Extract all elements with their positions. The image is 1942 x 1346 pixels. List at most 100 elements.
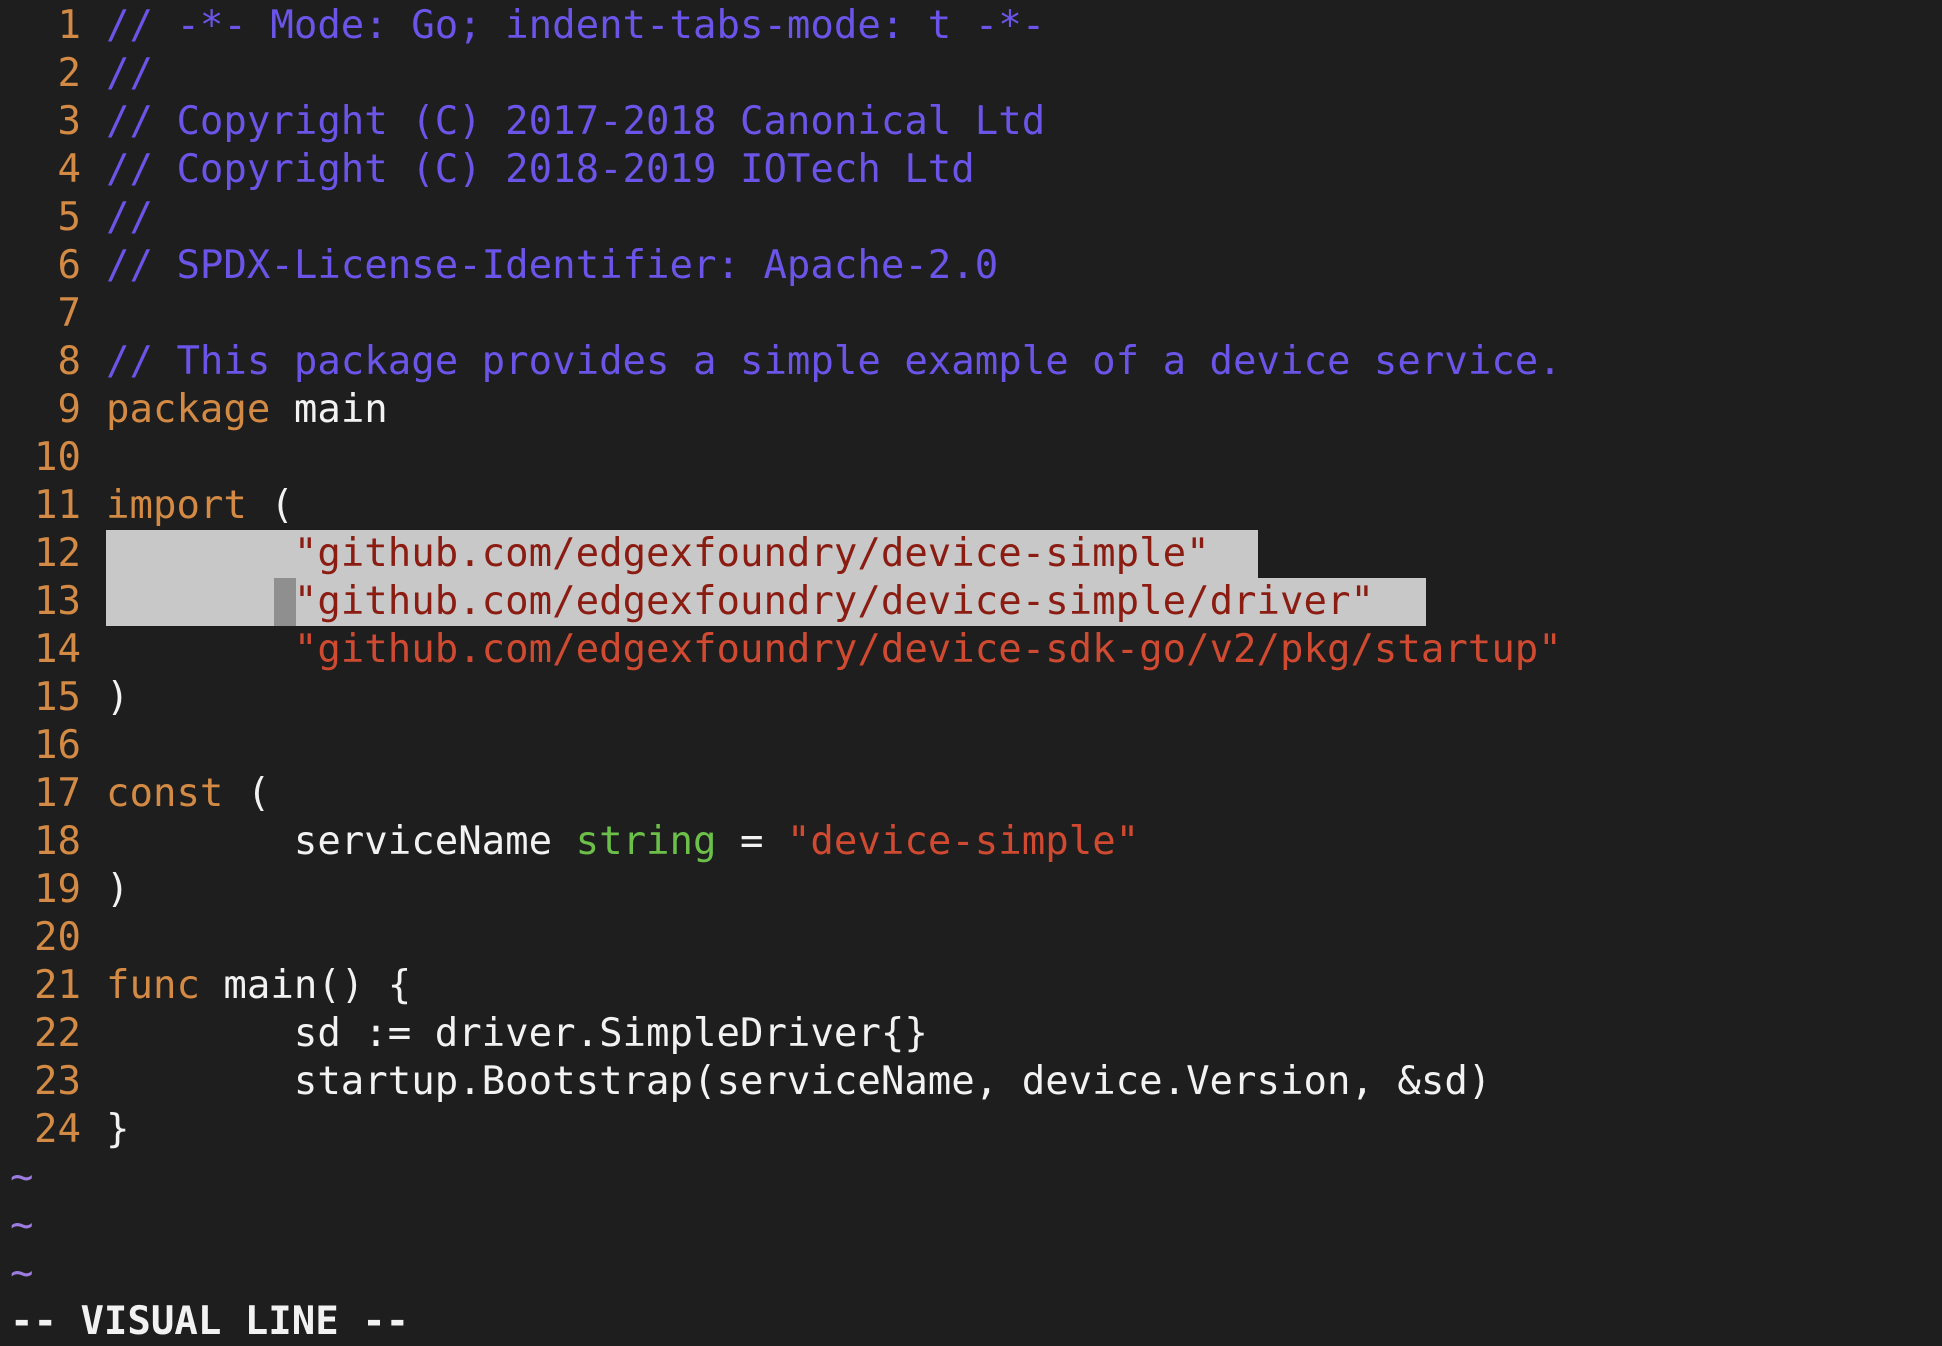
code-token: package — [106, 387, 271, 432]
line-number: 6 — [57, 243, 81, 288]
line-code: import ( — [106, 482, 294, 530]
line-code: // SPDX-License-Identifier: Apache-2.0 — [106, 242, 998, 290]
code-line[interactable]: 8 // This package provides a simple examp… — [0, 338, 1942, 386]
line-number: 15 — [34, 675, 81, 720]
code-line[interactable]: 1 // -*- Mode: Go; indent-tabs-mode: t -*… — [0, 2, 1942, 50]
code-token: // — [106, 51, 153, 96]
line-number: 16 — [34, 723, 81, 768]
tilde-marker: ~ — [10, 1203, 34, 1248]
tilde-marker: ~ — [10, 1251, 34, 1296]
line-code: ) — [106, 674, 129, 722]
code-line[interactable]: 11 import ( — [0, 482, 1942, 530]
code-token: // SPDX-License-Identifier: Apache-2.0 — [106, 243, 999, 288]
code-line[interactable]: 3 // Copyright (C) 2017-2018 Canonical Lt… — [0, 98, 1942, 146]
code-line[interactable]: 10 — [0, 434, 1942, 482]
code-token: ( — [246, 483, 294, 528]
line-number: 5 — [57, 195, 81, 240]
line-number: 3 — [57, 99, 81, 144]
code-line[interactable]: 23 startup.Bootstrap(serviceName, device… — [0, 1058, 1942, 1106]
code-token: // — [106, 195, 153, 240]
line-code: sd := driver.SimpleDriver{} — [106, 1010, 928, 1058]
code-token: "github.com/edgexfoundry/device-simple" — [293, 531, 1210, 576]
line-number: 10 — [34, 435, 81, 480]
line-number: 23 — [34, 1059, 81, 1104]
code-token: serviceName — [106, 819, 576, 864]
line-code: serviceName string = "device-simple" — [106, 818, 1139, 866]
line-number: 8 — [57, 339, 81, 384]
code-token: ) — [106, 867, 130, 912]
code-token: main() { — [199, 963, 412, 1008]
code-line[interactable]: 7 — [0, 290, 1942, 338]
mode-indicator: -- VISUAL LINE -- — [10, 1299, 410, 1344]
line-number: 20 — [34, 915, 81, 960]
code-token: string — [575, 819, 717, 864]
line-number: 9 — [57, 387, 81, 432]
line-number: 24 — [34, 1107, 81, 1152]
line-code: // Copyright (C) 2017-2018 Canonical Ltd — [106, 98, 1045, 146]
line-number: 19 — [34, 867, 81, 912]
line-code: // -*- Mode: Go; indent-tabs-mode: t -*- — [106, 2, 1045, 50]
line-number: 2 — [57, 51, 81, 96]
code-line[interactable]: 2 // — [0, 50, 1942, 98]
line-number: 7 — [57, 291, 81, 336]
code-line[interactable]: 17 const ( — [0, 770, 1942, 818]
code-line[interactable]: 9 package main — [0, 386, 1942, 434]
code-token: // Copyright (C) 2018-2019 IOTech Ltd — [106, 147, 975, 192]
line-code: const ( — [106, 770, 270, 818]
code-line[interactable]: 15) — [0, 674, 1942, 722]
line-code: ) — [106, 866, 129, 914]
code-line[interactable]: 6 // SPDX-License-Identifier: Apache-2.0 — [0, 242, 1942, 290]
code-line[interactable]: 20 — [0, 914, 1942, 962]
line-code: "github.com/edgexfoundry/device-simple" — [106, 530, 1210, 578]
code-line[interactable]: 13 "github.com/edgexfoundry/device-simpl… — [0, 578, 1942, 626]
code-token: = — [716, 819, 787, 864]
code-line[interactable]: 16 — [0, 722, 1942, 770]
code-token: // This package provides a simple exampl… — [106, 339, 1562, 384]
code-line[interactable]: 19) — [0, 866, 1942, 914]
line-code: // This package provides a simple exampl… — [106, 338, 1562, 386]
code-token: "github.com/edgexfoundry/device-sdk-go/v… — [293, 627, 1562, 672]
line-number: 22 — [34, 1011, 81, 1056]
code-token: } — [106, 1107, 130, 1152]
code-token: import — [106, 483, 247, 528]
code-line[interactable]: 5 // — [0, 194, 1942, 242]
line-number: 4 — [57, 147, 81, 192]
line-code: startup.Bootstrap(serviceName, device.Ve… — [106, 1058, 1492, 1106]
line-code: // Copyright (C) 2018-2019 IOTech Ltd — [106, 146, 975, 194]
line-number: 12 — [34, 531, 81, 576]
code-token: const — [106, 771, 224, 816]
code-token: main — [270, 387, 388, 432]
line-code: // — [106, 50, 153, 98]
line-number: 11 — [34, 483, 81, 528]
code-line[interactable]: 14 "github.com/edgexfoundry/device-sdk-g… — [0, 626, 1942, 674]
line-number: 21 — [34, 963, 81, 1008]
code-line[interactable]: 22 sd := driver.SimpleDriver{} — [0, 1010, 1942, 1058]
line-number: 14 — [34, 627, 81, 672]
code-line[interactable]: 12 "github.com/edgexfoundry/device-simpl… — [0, 530, 1942, 578]
line-code: } — [106, 1106, 129, 1154]
line-code: "github.com/edgexfoundry/device-sdk-go/v… — [106, 626, 1562, 674]
code-token: // Copyright (C) 2017-2018 Canonical Ltd — [106, 99, 1046, 144]
line-code: package main — [106, 386, 388, 434]
code-token: ( — [223, 771, 271, 816]
code-token: // -*- Mode: Go; indent-tabs-mode: t -*- — [106, 3, 1046, 48]
code-token: "device-simple" — [786, 819, 1140, 864]
code-token: "github.com/edgexfoundry/device-simple/d… — [293, 579, 1374, 624]
line-code: // — [106, 194, 153, 242]
line-code: func main() { — [106, 962, 411, 1010]
code-token: func — [106, 963, 200, 1008]
vim-editor[interactable]: 1 // -*- Mode: Go; indent-tabs-mode: t -*… — [0, 0, 1942, 1344]
code-line[interactable]: 4 // Copyright (C) 2018-2019 IOTech Ltd — [0, 146, 1942, 194]
code-token: ) — [106, 675, 130, 720]
code-token: sd := driver.SimpleDriver{} — [106, 1011, 928, 1056]
code-line[interactable]: 21 func main() { — [0, 962, 1942, 1010]
code-line[interactable]: 24} — [0, 1106, 1942, 1154]
line-number: 13 — [34, 579, 81, 624]
code-token: startup.Bootstrap(serviceName, device.Ve… — [106, 1059, 1492, 1104]
code-line[interactable]: 18 serviceName string = "device-simple" — [0, 818, 1942, 866]
tilde-marker: ~ — [10, 1155, 34, 1200]
line-number: 18 — [34, 819, 81, 864]
line-number: 1 — [57, 3, 81, 48]
